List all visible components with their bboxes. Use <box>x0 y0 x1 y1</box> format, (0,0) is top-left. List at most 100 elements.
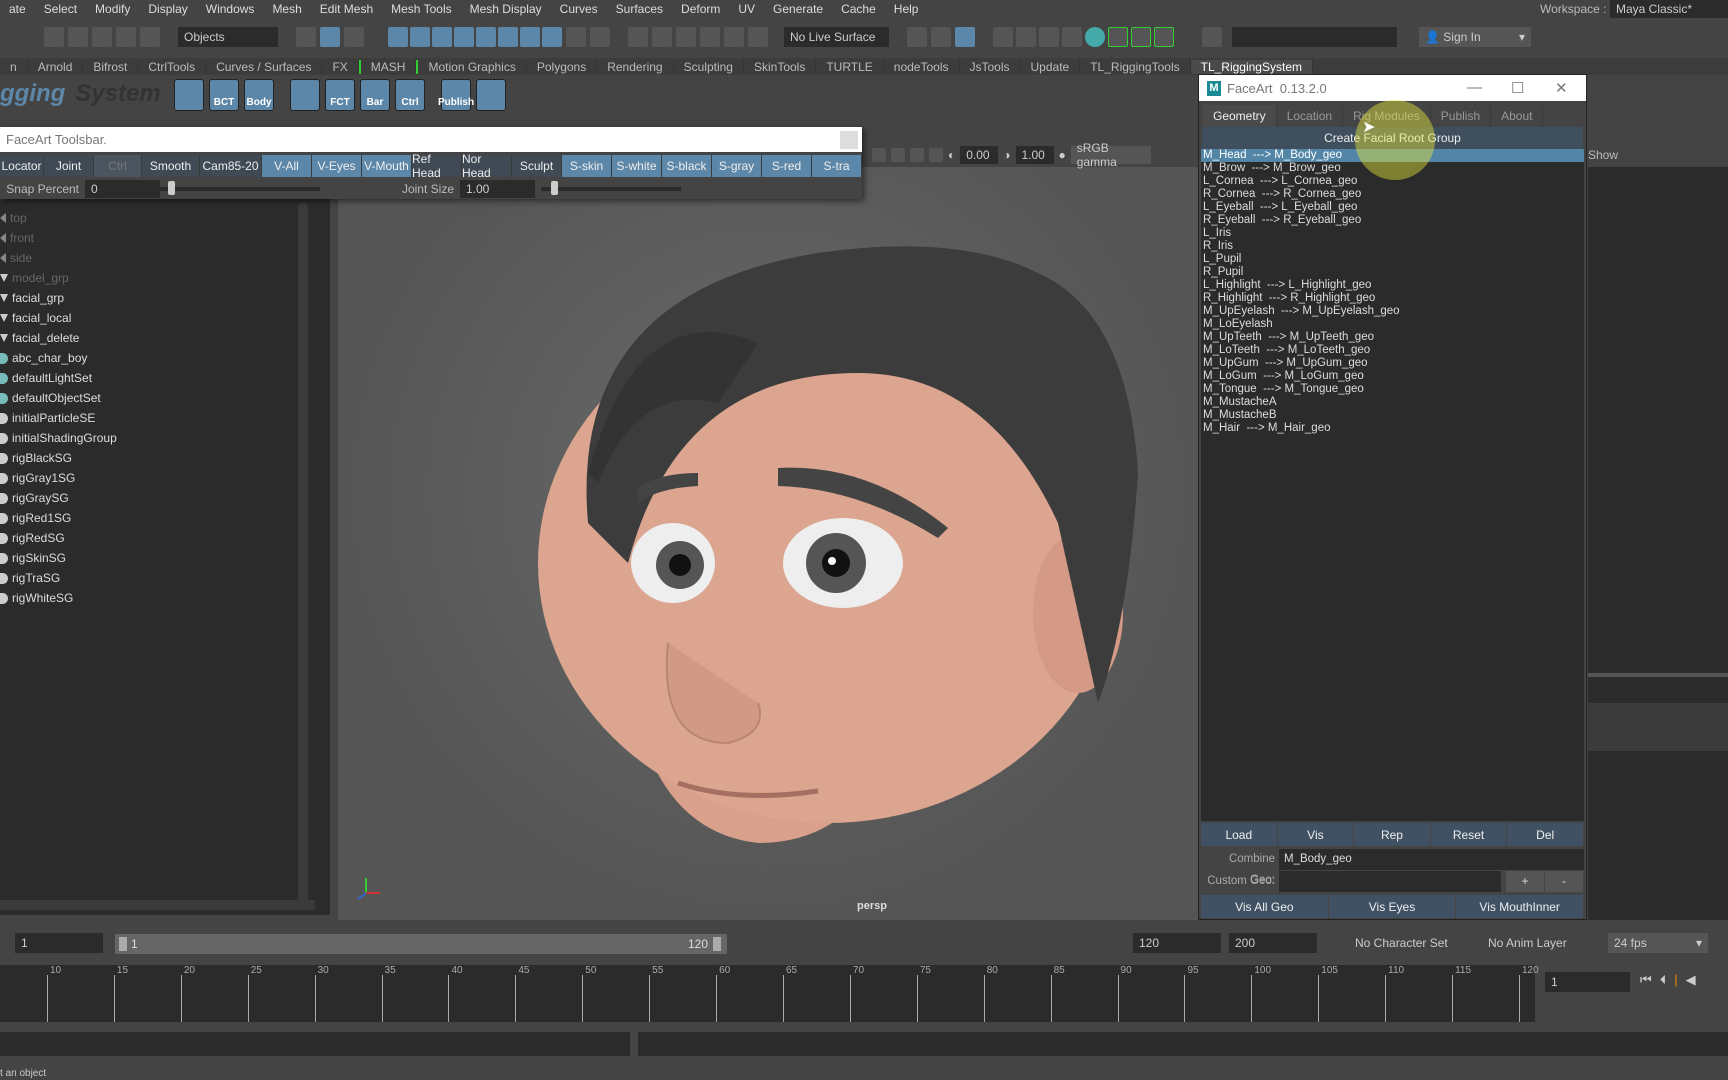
light-editor-icon[interactable] <box>1131 27 1151 47</box>
toolsbar-button-cam85-20[interactable]: Cam85-20 <box>200 155 262 177</box>
menu-edit-mesh[interactable]: Edit Mesh <box>311 2 382 16</box>
render-setup-icon[interactable] <box>1108 27 1128 47</box>
snap-view-icon[interactable] <box>454 27 474 47</box>
menu-deform[interactable]: Deform <box>672 2 729 16</box>
outliner-item[interactable]: defaultObjectSet <box>0 388 101 408</box>
shelf-button-icon[interactable] <box>290 79 320 111</box>
outliner-item[interactable]: rigGraySG <box>0 488 69 508</box>
tab-location[interactable]: Location <box>1277 105 1344 127</box>
panel-divider[interactable] <box>1588 673 1728 677</box>
live-surface-field[interactable]: No Live Surface <box>784 27 889 47</box>
fps-dropdown[interactable]: 24 fps ▾ <box>1608 933 1708 953</box>
toolsbar-button-v-mouth[interactable]: V-Mouth <box>362 155 412 177</box>
range-slider[interactable]: 1 120 <box>115 934 727 954</box>
anim-end-input[interactable]: 200 <box>1229 933 1317 953</box>
combine-geo-field[interactable]: M_Body_geo <box>1279 849 1584 870</box>
geometry-list-item[interactable]: M_MustacheB <box>1201 409 1584 422</box>
tab-publish[interactable]: Publish <box>1431 105 1492 127</box>
range-start-handle[interactable] <box>119 937 127 951</box>
outliner-item[interactable]: abc_char_boy <box>0 348 87 368</box>
history-icon[interactable] <box>955 27 975 47</box>
close-button[interactable]: ✕ <box>1555 79 1568 97</box>
snap-surface-icon[interactable] <box>476 27 496 47</box>
end-frame-input[interactable]: 120 <box>1133 933 1221 953</box>
shelf-tab[interactable]: TL_RiggingTools <box>1080 59 1191 74</box>
vis-eyes-button[interactable]: Vis Eyes <box>1328 895 1457 918</box>
geometry-list-item[interactable]: L_Highlight ---> L_Highlight_geo <box>1201 279 1584 292</box>
vis-all-geo-button[interactable]: Vis All Geo <box>1201 895 1329 918</box>
menu-cache[interactable]: Cache <box>832 2 885 16</box>
geometry-list-item[interactable]: L_Iris <box>1201 227 1584 240</box>
geometry-list-item[interactable]: M_UpGum ---> M_UpGum_geo <box>1201 357 1584 370</box>
remove-custom-geo-button[interactable]: - <box>1545 871 1583 892</box>
geometry-list[interactable]: M_Head ---> M_Body_geo M_Brow ---> M_Brow… <box>1201 149 1584 821</box>
snap-percent-slider[interactable] <box>160 181 320 195</box>
shelf-tab[interactable]: Polygons <box>527 59 598 74</box>
geometry-list-item[interactable]: M_LoGum ---> M_LoGum_geo <box>1201 370 1584 383</box>
shelf-tab[interactable]: TL_RiggingSystem <box>1190 59 1313 74</box>
shelf-tab[interactable]: CtrlTools <box>138 59 207 74</box>
outliner-horizontal-scrollbar[interactable] <box>0 900 315 910</box>
toolsbar-button-ref-head[interactable]: Ref Head <box>412 152 462 180</box>
exposure-input[interactable]: 0.00 <box>960 146 999 164</box>
outliner-item[interactable]: side <box>0 248 32 268</box>
anim-layer-dropdown[interactable]: No Anim Layer <box>1488 936 1567 950</box>
shelf-tab[interactable]: TURTLE <box>816 59 884 74</box>
shelf-button-ctrl[interactable]: Ctrl <box>395 79 425 111</box>
geometry-list-item[interactable]: R_Eyeball ---> R_Eyeball_geo <box>1201 214 1584 227</box>
xray-icon[interactable] <box>910 148 924 162</box>
outliner-item[interactable]: rigGray1SG <box>0 468 75 488</box>
joint-size-slider[interactable] <box>541 181 681 195</box>
outliner-item[interactable]: initialShadingGroup <box>0 428 117 448</box>
toolsbar-button-s-skin[interactable]: S-skin <box>562 155 612 177</box>
outliner-item[interactable]: front <box>0 228 34 248</box>
toolsbar-button-s-red[interactable]: S-red <box>762 155 812 177</box>
geometry-list-item[interactable]: M_MustacheA <box>1201 396 1584 409</box>
outliner-item[interactable]: defaultLightSet <box>0 368 92 388</box>
geometry-list-item[interactable]: L_Eyeball ---> L_Eyeball_geo <box>1201 201 1584 214</box>
shelf-tab[interactable]: Motion Graphics <box>416 59 527 74</box>
shelf-button-publish[interactable]: Publish <box>438 79 474 111</box>
shelf-button-icon[interactable] <box>476 79 506 111</box>
geometry-list-item[interactable]: R_Highlight ---> R_Highlight_geo <box>1201 292 1584 305</box>
command-search-input[interactable] <box>1232 27 1397 47</box>
toolsbar-button-v-eyes[interactable]: V-Eyes <box>312 155 362 177</box>
geometry-list-item[interactable]: R_Iris <box>1201 240 1584 253</box>
maximize-button[interactable]: ☐ <box>1511 79 1524 97</box>
shelf-tab[interactable]: Arnold <box>28 59 84 74</box>
shelf-tab[interactable]: SkinTools <box>744 59 817 74</box>
play-backwards-icon[interactable]: ◀ <box>1686 972 1696 988</box>
toolsbar-button-v-all[interactable]: V-All <box>262 155 312 177</box>
redo-icon[interactable] <box>140 27 160 47</box>
sidebar-toggle-icon[interactable] <box>1202 27 1222 47</box>
shelf-tab[interactable]: Sculpting <box>674 59 744 74</box>
toolsbar-button-locator[interactable]: Locator <box>0 155 44 177</box>
step-back-icon[interactable]: ⏴ <box>1660 972 1667 988</box>
hypershade-icon[interactable] <box>1085 27 1105 47</box>
new-scene-icon[interactable] <box>44 27 64 47</box>
toolsbar-button-s-tra[interactable]: S-tra <box>812 155 862 177</box>
selection-mode-dropdown[interactable]: Objects <box>178 27 278 47</box>
step-back-key-icon[interactable]: | <box>1674 972 1677 988</box>
select-object-icon[interactable] <box>320 27 340 47</box>
joint-size-input[interactable]: 1.00 <box>460 180 535 198</box>
menu-display[interactable]: Display <box>139 2 196 16</box>
outliner-item[interactable]: rigBlackSG <box>0 448 72 468</box>
outliner-item[interactable]: rigTraSG <box>0 568 60 588</box>
current-frame-input[interactable]: 1 <box>1545 972 1630 992</box>
vis-mouthinner-button[interactable]: Vis MouthInner <box>1456 895 1585 918</box>
shelf-tab[interactable]: Bifrost <box>83 59 139 74</box>
select-hierarchy-icon[interactable] <box>296 27 316 47</box>
shelf-button-fct[interactable]: FCT <box>325 79 355 111</box>
undo-icon[interactable] <box>116 27 136 47</box>
load-button[interactable]: Load <box>1201 823 1278 846</box>
help-icon[interactable] <box>542 27 562 47</box>
ipr-icon[interactable] <box>1039 27 1059 47</box>
outliner-item[interactable]: rigSkinSG <box>0 548 66 568</box>
snap-grid-icon[interactable] <box>388 27 408 47</box>
channel-box-show-menu[interactable]: Show <box>1588 143 1728 167</box>
outliner-item[interactable]: rigWhiteSG <box>0 588 73 608</box>
magnet-icon[interactable] <box>700 27 720 47</box>
save-scene-icon[interactable] <box>92 27 112 47</box>
outliner-item[interactable]: facial_grp <box>0 288 64 308</box>
